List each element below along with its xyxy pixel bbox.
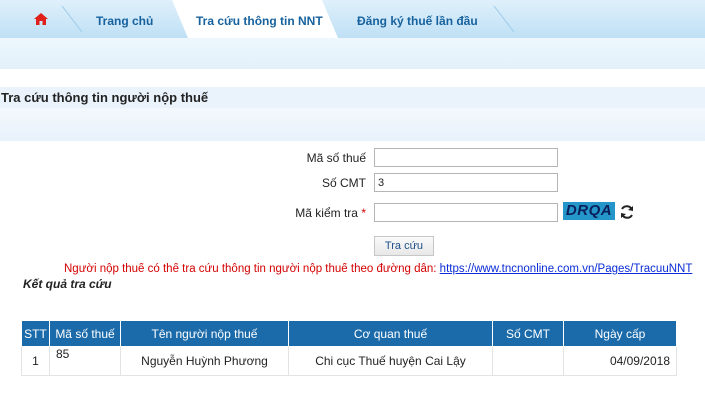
cell-office: Chi cục Thuế huyện Cai Lậy <box>288 346 493 376</box>
tab-separator <box>493 6 515 32</box>
results-table: STT Mã số thuế Tên người nộp thuế Cơ qua… <box>21 320 677 376</box>
results-title: Kết quả tra cứu <box>23 277 112 291</box>
sub-nav-bar <box>0 38 705 69</box>
column-header-name: Tên người nộp thuế <box>120 320 289 347</box>
cell-stt: 1 <box>21 346 50 376</box>
notice-text: Người nộp thuế có thể tra cứu thông tin … <box>64 263 705 275</box>
tab-lookup-label: Tra cứu thông tin NNT <box>196 14 323 28</box>
cell-tax-code: 85 <box>49 346 121 376</box>
cell-name: Nguyễn Huỳnh Phương <box>120 346 289 376</box>
id-number-label: Số CMT <box>321 176 366 190</box>
captcha-input[interactable] <box>374 203 558 222</box>
table-header-row: STT Mã số thuế Tên người nộp thuế Cơ qua… <box>21 320 677 347</box>
cell-issue-date: 04/09/2018 <box>563 346 677 376</box>
tab-home-label: Trang chủ <box>96 14 154 28</box>
captcha-label: Mã kiểm tra * <box>266 206 366 220</box>
column-header-tax-code: Mã số thuế <box>49 320 121 347</box>
table-row[interactable]: 1 85 Nguyễn Huỳnh Phương Chi cục Thuế hu… <box>21 346 677 376</box>
section-subheader <box>0 108 705 141</box>
column-header-issue-date: Ngày cấp <box>563 320 677 347</box>
top-nav: Trang chủ Tra cứu thông tin NNT Đăng ký … <box>0 0 705 38</box>
captcha-label-text: Mã kiểm tra <box>295 206 358 220</box>
id-number-input[interactable] <box>374 173 558 192</box>
notice-link[interactable]: https://www.tncnonline.com.vn/Pages/Trac… <box>440 263 693 275</box>
notice-message: Người nộp thuế có thể tra cứu thông tin … <box>64 263 440 275</box>
tax-code-label: Mã số thuế <box>306 151 366 165</box>
captcha-image: DRQA <box>563 202 615 220</box>
search-button[interactable]: Tra cứu <box>374 236 434 256</box>
tax-code-input[interactable] <box>374 148 558 167</box>
column-header-id-number: Số CMT <box>492 320 564 347</box>
tab-register-label: Đăng ký thuế lần đầu <box>357 14 478 28</box>
cell-id-number <box>492 346 564 376</box>
column-header-stt: STT <box>21 320 50 347</box>
tab-separator <box>61 6 83 32</box>
column-header-office: Cơ quan thuế <box>288 320 493 347</box>
refresh-icon[interactable] <box>619 204 635 220</box>
cell-tax-code-value: 85 <box>56 347 70 361</box>
home-icon[interactable] <box>34 13 48 25</box>
page-title: Tra cứu thông tin người nộp thuế <box>1 90 209 105</box>
required-marker: * <box>361 206 366 220</box>
